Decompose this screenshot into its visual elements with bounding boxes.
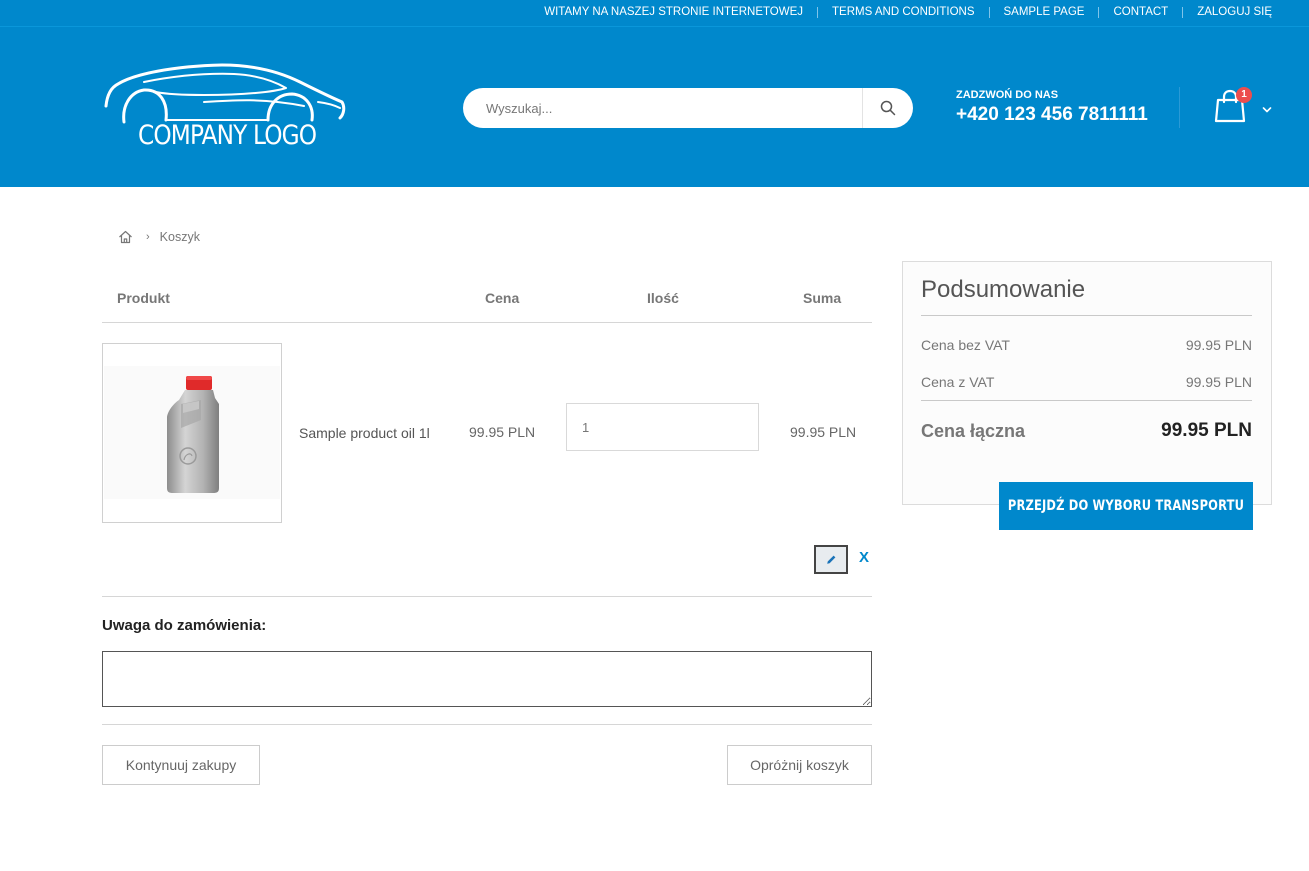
contact-link[interactable]: CONTACT [1113, 6, 1168, 18]
quantity-input[interactable] [566, 403, 759, 451]
terms-link[interactable]: TERMS AND CONDITIONS [832, 6, 974, 18]
proceed-to-shipping-label: PRZEJDŹ DO WYBORU TRANSPORTU [1007, 498, 1245, 514]
product-sum: 99.95 PLN [790, 424, 857, 440]
search-input[interactable] [463, 88, 861, 128]
product-thumbnail[interactable] [102, 343, 282, 523]
pencil-icon [826, 555, 835, 564]
table-header-divider [102, 322, 872, 323]
product-name-link[interactable]: Sample product oil 1l [299, 425, 430, 441]
empty-cart-button[interactable]: Opróżnij koszyk [727, 745, 872, 785]
summary-divider [921, 400, 1252, 401]
column-header-quantity: Ilość [647, 290, 679, 306]
update-item-button[interactable] [814, 545, 848, 574]
continue-shopping-button[interactable]: Kontynuuj zakupy [102, 745, 260, 785]
breadcrumb: › Koszyk [118, 230, 200, 244]
column-header-product: Produkt [117, 290, 170, 306]
cart-count-badge: 1 [1236, 87, 1252, 103]
login-link[interactable]: ZALOGUJ SIĘ [1197, 6, 1272, 18]
logo-text: COMPANY LOGO [138, 120, 317, 151]
site-header: WITAMY NA NASZEJ STRONIE INTERNETOWEJ TE… [0, 0, 1309, 187]
net-price-value: 99.95 PLN [1185, 337, 1252, 353]
call-label: ZADZWOŃ DO NAS [956, 89, 1059, 101]
phone-number[interactable]: +420 123 456 7811111 [956, 104, 1148, 126]
product-price: 99.95 PLN [469, 424, 536, 440]
column-header-sum: Suma [803, 290, 842, 306]
summary-divider [921, 315, 1252, 316]
order-note-textarea[interactable] [102, 651, 872, 707]
car-silhouette-logo [104, 63, 346, 124]
top-bar: WITAMY NA NASZEJ STRONIE INTERNETOWEJ TE… [0, 0, 1309, 27]
order-note-label: Uwaga do zamówienia: [102, 617, 267, 634]
oil-bottle-image [167, 376, 219, 493]
column-header-price: Cena [485, 290, 520, 306]
breadcrumb-current: Koszyk [159, 230, 200, 244]
remove-item-button[interactable]: X [859, 549, 869, 566]
chevron-down-icon[interactable] [1262, 101, 1272, 119]
search-bar [463, 88, 913, 128]
breadcrumb-separator-icon: › [146, 231, 150, 243]
summary-title: Podsumowanie [921, 276, 1086, 303]
top-link-separator [1182, 6, 1184, 18]
home-icon[interactable] [118, 230, 133, 244]
section-divider [102, 596, 872, 597]
total-price-value: 99.95 PLN [1161, 420, 1252, 441]
net-price-label: Cena bez VAT [921, 337, 1010, 353]
top-links: WITAMY NA NASZEJ STRONIE INTERNETOWEJ TE… [544, 6, 1272, 18]
header-divider [1179, 87, 1180, 128]
sample-page-link[interactable]: SAMPLE PAGE [1004, 6, 1085, 18]
top-link-separator [817, 6, 819, 18]
total-price-label: Cena łączna [921, 421, 1026, 441]
company-logo[interactable]: COMPANY LOGO [104, 62, 348, 158]
gross-price-label: Cena z VAT [921, 374, 995, 390]
welcome-link[interactable]: WITAMY NA NASZEJ STRONIE INTERNETOWEJ [544, 6, 803, 18]
gross-price-value: 99.95 PLN [1185, 374, 1252, 390]
top-link-separator [988, 6, 990, 18]
search-icon [880, 100, 896, 116]
top-link-separator [1098, 6, 1100, 18]
section-divider [102, 724, 872, 725]
proceed-to-shipping-button[interactable]: PRZEJDŹ DO WYBORU TRANSPORTU [999, 482, 1253, 530]
search-button[interactable] [863, 88, 913, 128]
